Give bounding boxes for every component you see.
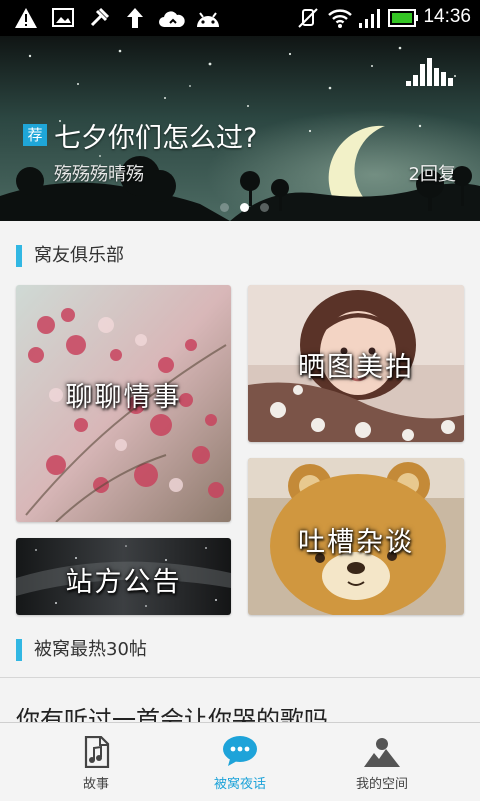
tile-gossip[interactable]: 吐槽杂谈	[248, 458, 464, 615]
nav-label-night-talk: 被窝夜话	[213, 777, 266, 792]
music-file-icon	[84, 736, 110, 768]
banner-title[interactable]: 七夕你们怎么过?	[54, 116, 257, 155]
tile-photo-label: 晒图美拍	[298, 352, 414, 383]
android-icon	[197, 12, 219, 27]
hot-section-title: 被窝最热30帖	[34, 639, 147, 660]
battery-icon	[388, 9, 418, 27]
divider	[0, 677, 480, 678]
section-accent-bar	[16, 245, 22, 267]
carousel-dot[interactable]	[220, 203, 229, 212]
nav-item-stories[interactable]: 故事	[16, 723, 176, 801]
wifi-icon	[328, 9, 352, 28]
tile-notice[interactable]: 站方公告	[16, 538, 231, 615]
usb-debug-icon	[90, 7, 110, 27]
nav-label-my-space: 我的空间	[355, 777, 408, 792]
tile-gossip-label: 吐槽杂谈	[298, 527, 414, 558]
tile-chat-label: 聊聊情事	[65, 382, 182, 413]
landscape-icon	[364, 738, 400, 767]
image-icon	[52, 8, 74, 27]
signal-icon	[359, 9, 380, 28]
nav-label-stories: 故事	[82, 777, 109, 792]
bar-chart-icon[interactable]	[406, 58, 454, 88]
warning-icon	[15, 8, 37, 28]
section-accent-bar	[16, 639, 22, 661]
tile-notice-label: 站方公告	[65, 567, 182, 598]
featured-banner[interactable]: 荐 七夕你们怎么过? 殇殇殇晴殇 2回复	[0, 36, 480, 221]
carousel-dot[interactable]	[260, 203, 269, 212]
status-time: 14:36	[423, 6, 471, 27]
chat-bubble-icon	[223, 736, 257, 766]
banner-reply-count: 2回复	[408, 164, 456, 185]
upload-arrow-icon	[127, 8, 143, 28]
banner-author: 殇殇殇晴殇	[54, 164, 144, 185]
tile-photo[interactable]: 晒图美拍	[248, 285, 464, 442]
nav-item-my-space[interactable]: 我的空间	[302, 723, 462, 801]
mute-icon	[298, 8, 318, 28]
tile-chat[interactable]: 聊聊情事	[16, 285, 231, 522]
nav-item-night-talk[interactable]: 被窝夜话	[160, 723, 320, 801]
bottom-nav: 故事 被窝夜话 我的空间	[0, 722, 480, 801]
carousel-dot-active[interactable]	[240, 203, 249, 212]
recommended-badge: 荐	[23, 124, 47, 146]
cloud-sync-icon	[159, 11, 185, 27]
club-section-title: 窝友俱乐部	[34, 245, 124, 266]
status-bar: 14:36	[0, 0, 480, 36]
